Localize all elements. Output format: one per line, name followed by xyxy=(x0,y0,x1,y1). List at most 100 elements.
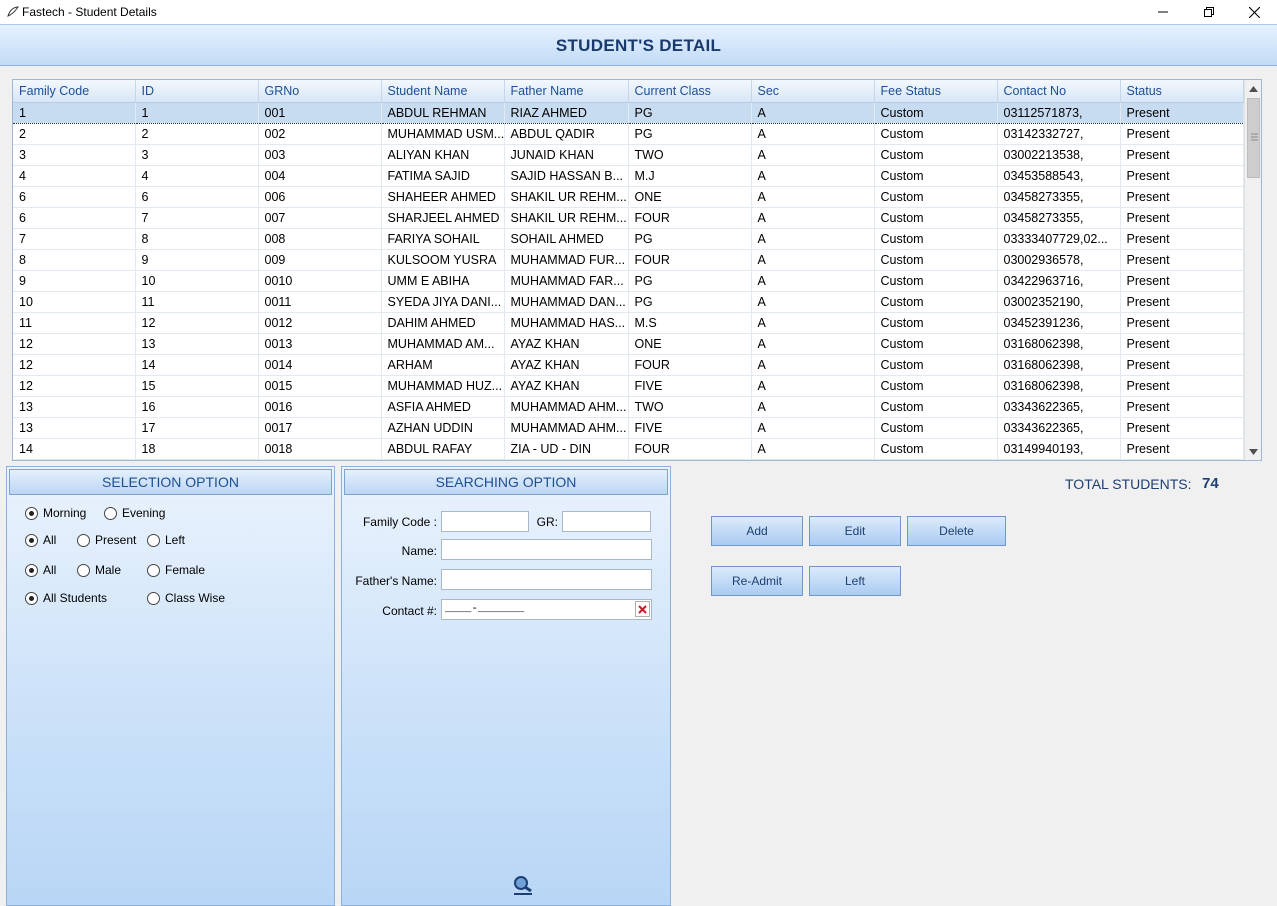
clear-contact-button[interactable] xyxy=(635,601,650,617)
table-row[interactable]: 6 7 007 SHARJEEL AHMED SHAKIL UR REHM... FOUR… xyxy=(13,207,1244,229)
radio-button-icon xyxy=(25,506,38,520)
radio-evening[interactable]: Evening xyxy=(104,506,165,520)
contact-input[interactable]: ____-_______ xyxy=(441,599,652,620)
scroll-down-arrow[interactable] xyxy=(1245,443,1261,460)
selection-option-title: SELECTION OPTION xyxy=(9,469,332,495)
radio-left[interactable]: Left xyxy=(147,533,185,547)
table-row[interactable]: 12 15 0015 MUHAMMAD HUZ... AYAZ KHAN FIVE A Cus… xyxy=(13,375,1244,397)
radio-female[interactable]: Female xyxy=(147,563,205,577)
table-cell: Custom xyxy=(874,354,998,376)
table-cell: KULSOOM YUSRA xyxy=(381,249,505,271)
table-cell: 03343622365, xyxy=(997,396,1121,418)
radio-label: Male xyxy=(95,563,122,577)
table-cell: Custom xyxy=(874,144,998,166)
table-cell: 13 xyxy=(13,417,136,439)
grid-vertical-scrollbar[interactable] xyxy=(1244,80,1261,460)
table-row[interactable]: 12 14 0014 ARHAM AYAZ KHAN FOUR A Custom 0316806… xyxy=(13,354,1244,376)
column-header[interactable]: Contact No xyxy=(997,80,1121,103)
column-header[interactable]: Status xyxy=(1120,80,1244,103)
grid-header-row: Family Code ID GRNo Student Name Father … xyxy=(13,80,1244,103)
column-header[interactable]: Father Name xyxy=(504,80,629,103)
readmit-button[interactable]: Re-Admit xyxy=(711,566,803,596)
table-cell: 7 xyxy=(135,207,259,229)
table-cell: 03422963716, xyxy=(997,270,1121,292)
name-input[interactable] xyxy=(441,539,652,560)
column-header[interactable]: Current Class xyxy=(628,80,752,103)
table-cell: PG xyxy=(628,270,752,292)
radio-all-status[interactable]: All xyxy=(25,533,56,547)
table-cell: 008 xyxy=(258,228,382,250)
delete-button[interactable]: Delete xyxy=(907,516,1006,546)
table-cell: Present xyxy=(1120,417,1244,439)
table-cell: 004 xyxy=(258,165,382,187)
table-row[interactable]: 9 10 0010 UMM E ABIHA MUHAMMAD FAR... PG A Cust… xyxy=(13,270,1244,292)
table-row[interactable]: 3 3 003 ALIYAN KHAN JUNAID KHAN TWO A Custom 030… xyxy=(13,144,1244,166)
table-cell: Present xyxy=(1120,123,1244,145)
radio-label: Morning xyxy=(43,506,87,520)
table-cell: M.S xyxy=(628,312,752,334)
radio-all-gender[interactable]: All xyxy=(25,563,56,577)
table-cell: FIVE xyxy=(628,417,752,439)
table-row[interactable]: 10 11 0011 SYEDA JIYA DANI... MUHAMMAD DAN..… xyxy=(13,291,1244,313)
column-header[interactable]: Fee Status xyxy=(874,80,998,103)
radio-present[interactable]: Present xyxy=(77,533,136,547)
column-header[interactable]: GRNo xyxy=(258,80,382,103)
fathers-name-input[interactable] xyxy=(441,569,652,590)
scroll-up-arrow[interactable] xyxy=(1245,80,1261,97)
table-cell: A xyxy=(751,249,875,271)
column-header[interactable]: Sec xyxy=(751,80,875,103)
edit-button[interactable]: Edit xyxy=(809,516,901,546)
table-cell: Present xyxy=(1120,228,1244,250)
radio-label: Evening xyxy=(122,506,166,520)
radio-class-wise[interactable]: Class Wise xyxy=(147,591,225,605)
table-row[interactable]: 1 1 001 ABDUL REHMAN RIAZ AHMED PG A Custom 0311… xyxy=(13,101,1244,124)
table-cell: 2 xyxy=(13,123,136,145)
column-header[interactable]: Family Code xyxy=(13,80,136,103)
table-cell: AYAZ KHAN xyxy=(504,333,629,355)
table-row[interactable]: 2 2 002 MUHAMMAD USM... ABDUL QADIR PG A Custom… xyxy=(13,123,1244,145)
table-row[interactable]: 13 17 0017 AZHAN UDDIN MUHAMMAD AHM... FIVE A C… xyxy=(13,417,1244,439)
column-header[interactable]: Student Name xyxy=(381,80,505,103)
students-grid[interactable]: Family Code ID GRNo Student Name Father … xyxy=(12,79,1262,461)
table-cell: A xyxy=(751,333,875,355)
radio-label: All xyxy=(43,533,57,547)
family-code-input[interactable] xyxy=(441,511,529,532)
scroll-thumb[interactable] xyxy=(1247,98,1260,178)
column-header[interactable]: ID xyxy=(135,80,259,103)
table-row[interactable]: 7 8 008 FARIYA SOHAIL SOHAIL AHMED PG A Custom 0… xyxy=(13,228,1244,250)
table-row[interactable]: 12 13 0013 MUHAMMAD AM... AYAZ KHAN ONE A Custo… xyxy=(13,333,1244,355)
radio-male[interactable]: Male xyxy=(77,563,121,577)
table-cell: 9 xyxy=(135,249,259,271)
radio-label: All xyxy=(43,563,57,577)
search-icon[interactable] xyxy=(512,875,534,901)
table-cell: 007 xyxy=(258,207,382,229)
radio-morning[interactable]: Morning xyxy=(25,506,86,520)
table-cell: RIAZ AHMED xyxy=(504,101,629,124)
table-row[interactable]: 6 6 006 SHAHEER AHMED SHAKIL UR REHM... ONE A C… xyxy=(13,186,1244,208)
table-cell: DAHIM AHMED xyxy=(381,312,505,334)
table-cell: 03453588543, xyxy=(997,165,1121,187)
minimize-button[interactable] xyxy=(1140,0,1186,24)
table-row[interactable]: 13 16 0016 ASFIA AHMED MUHAMMAD AHM... TWO A Cu… xyxy=(13,396,1244,418)
left-button[interactable]: Left xyxy=(809,566,901,596)
table-cell: FIVE xyxy=(628,375,752,397)
table-row[interactable]: 11 12 0012 DAHIM AHMED MUHAMMAD HAS... M.S A Cu… xyxy=(13,312,1244,334)
close-button[interactable] xyxy=(1231,0,1277,24)
table-cell: A xyxy=(751,228,875,250)
table-row[interactable]: 4 4 004 FATIMA SAJID SAJID HASSAN B... M.J A Cu… xyxy=(13,165,1244,187)
table-cell: 03343622365, xyxy=(997,417,1121,439)
add-button[interactable]: Add xyxy=(711,516,803,546)
table-cell: MUHAMMAD HUZ... xyxy=(381,375,505,397)
table-row[interactable]: 14 18 0018 ABDUL RAFAY ZIA - UD - DIN FOUR A Cu… xyxy=(13,438,1244,460)
table-cell: AYAZ KHAN xyxy=(504,375,629,397)
table-cell: Present xyxy=(1120,270,1244,292)
radio-label: Female xyxy=(165,563,206,577)
table-cell: Present xyxy=(1120,249,1244,271)
table-cell: ONE xyxy=(628,186,752,208)
table-cell: A xyxy=(751,207,875,229)
selection-option-panel: SELECTION OPTION Morning Evening All Pre… xyxy=(6,466,335,906)
radio-all-students[interactable]: All Students xyxy=(25,591,107,605)
table-row[interactable]: 8 9 009 KULSOOM YUSRA MUHAMMAD FUR... FOUR A Cu… xyxy=(13,249,1244,271)
gr-input[interactable] xyxy=(562,511,651,532)
restore-button[interactable] xyxy=(1186,0,1232,24)
